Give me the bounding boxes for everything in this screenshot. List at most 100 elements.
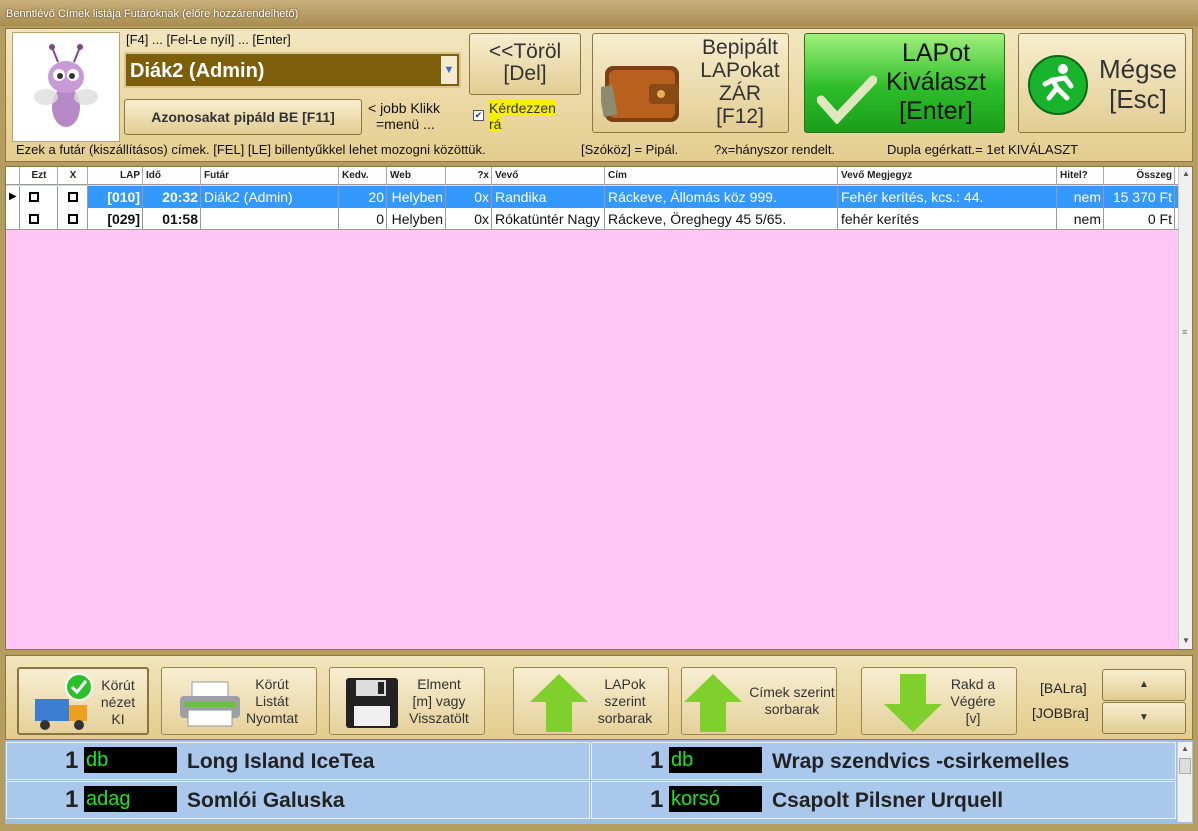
route-view-button[interactable]: Körút nézet KI (17, 667, 149, 735)
scroll-thumb[interactable] (1179, 758, 1191, 774)
cancel-button[interactable]: Mégse [Esc] (1018, 33, 1186, 133)
address-grid[interactable]: Ezt X LAP Idő Futár Kedv. Web ?x Vevő Cí… (5, 166, 1193, 650)
current-row-arrow-icon: ▶ (6, 186, 20, 208)
table-row[interactable]: ▶ [010] 20:32 Diák2 (Admin) 20 Helyben 0… (6, 186, 1180, 208)
col-header-futar[interactable]: Futár (201, 167, 339, 185)
row-kedv: 20 (339, 186, 387, 208)
bug-mascot-icon (34, 44, 98, 127)
row-hitel: nem (1057, 208, 1104, 230)
row-megjegyz: Fehér kerítés, kcs.: 44. (838, 186, 1057, 208)
left-label: [BALra] (1040, 680, 1087, 696)
item-name: Somlói Galuska (187, 789, 345, 812)
move-to-end-button[interactable]: Rakd a Végére [v] (861, 667, 1017, 735)
scroll-up-icon[interactable]: ▲ (1181, 744, 1189, 753)
row-web: Helyben (387, 186, 446, 208)
info-text-space: [Szóköz] = Pipál. (581, 142, 679, 157)
save-line2: [m] vagy (412, 693, 466, 709)
window-title: Benntlévő Címek listája Futároknak (előr… (0, 0, 1198, 26)
order-item[interactable]: 1 db Long Island IceTea (6, 742, 590, 780)
row-check-x[interactable] (58, 208, 88, 230)
ask-label-line2: rá (489, 116, 502, 132)
table-row[interactable]: [029] 01:58 0 Helyben 0x Rókatüntér Nagy… (6, 208, 1180, 230)
row-vevo: Rókatüntér Nagy (492, 208, 605, 230)
chevron-down-icon[interactable]: ▼ (441, 56, 457, 84)
row-kedv: 0 (339, 208, 387, 230)
info-text-doubleclick: Dupla egérkatt.= 1et KIVÁLASZT (887, 142, 1079, 157)
courier-select-value: Diák2 (Admin) (130, 60, 265, 82)
col-header-osszeg[interactable]: Összeg (1104, 167, 1175, 185)
move-left-button[interactable]: ▲ (1102, 669, 1186, 701)
order-item[interactable]: 1 db Wrap szendvics -csirkemelles (591, 742, 1176, 780)
order-item[interactable]: 1 korsó Csapolt Pilsner Urquell (591, 781, 1176, 819)
wallet-icon (601, 66, 679, 122)
item-qty: 1 (65, 786, 79, 813)
items-scrollbar[interactable]: ▲ (1177, 742, 1192, 822)
item-unit: db (84, 747, 177, 773)
save-line1: Elment (417, 676, 461, 692)
scroll-down-icon[interactable]: ▼ (1182, 636, 1190, 645)
arrow-up-icon (530, 674, 588, 732)
close-button-line3: ZÁR (719, 82, 761, 105)
col-header-ezt[interactable]: Ezt (20, 167, 58, 185)
close-button-line2: LAPokat (700, 59, 780, 82)
move-end-line3: [v] (965, 710, 981, 726)
col-header-lap[interactable]: LAP (88, 167, 143, 185)
col-header-count[interactable]: ?x (446, 167, 492, 185)
col-header-web[interactable]: Web (387, 167, 446, 185)
row-check-x[interactable] (58, 186, 88, 208)
ask-checkbox-label: Kérdezzen rá (489, 100, 556, 132)
cancel-button-line2: [Esc] (1109, 84, 1167, 114)
col-header-x[interactable]: X (58, 167, 88, 185)
floppy-disk-icon (346, 678, 398, 728)
route-view-line1: Körút (101, 677, 135, 693)
scroll-up-icon[interactable]: ▲ (1182, 169, 1190, 178)
row-lap: [010] (88, 186, 143, 208)
right-click-hint-line1: < jobb Klikk (368, 100, 440, 116)
scroll-thumb[interactable]: ≡ (1182, 327, 1187, 337)
col-header-kedv[interactable]: Kedv. (339, 167, 387, 185)
item-name: Csapolt Pilsner Urquell (772, 789, 1004, 812)
delete-button[interactable]: <<Töröl [Del] (469, 33, 581, 95)
select-sheet-button[interactable]: LAPot Kiválaszt [Enter] (804, 33, 1005, 133)
right-click-hint: < jobb Klikk =menü ... (368, 100, 440, 132)
select-same-button[interactable]: Azonosakat pipáld BE [F11] (124, 99, 362, 135)
col-header-hitel[interactable]: Hitel? (1057, 167, 1104, 185)
row-check-ezt[interactable] (20, 186, 58, 208)
row-megjegyz: fehér kerítés (838, 208, 1057, 230)
sort-lap-line2: szerint (604, 693, 646, 709)
route-print-button[interactable]: Körút Listát Nyomtat (161, 667, 317, 735)
save-load-button[interactable]: Elment [m] vagy Visszatölt (329, 667, 485, 735)
item-unit: korsó (669, 786, 762, 812)
close-selected-button[interactable]: Bepipált LAPokat ZÁR [F12] (592, 33, 789, 133)
col-header-cim[interactable]: Cím (605, 167, 838, 185)
arrow-up-icon (684, 674, 742, 732)
ask-label-line1: Kérdezzen (489, 100, 556, 116)
courier-select[interactable]: Diák2 (Admin) ▼ (124, 52, 461, 88)
row-count: 0x (446, 208, 492, 230)
delete-button-line2: [Del] (503, 62, 547, 85)
sort-lap-line1: LAPok (604, 676, 646, 692)
row-ido: 20:32 (143, 186, 201, 208)
col-header-vevo[interactable]: Vevő (492, 167, 605, 185)
order-item[interactable]: 1 adag Somlói Galuska (6, 781, 590, 819)
ask-checkbox[interactable]: ✔ (473, 110, 484, 121)
sort-by-lap-button[interactable]: LAPok szerint sorbarak (513, 667, 669, 735)
route-view-line3: KI (111, 711, 125, 727)
row-count: 0x (446, 186, 492, 208)
select-button-line3: [Enter] (899, 97, 973, 125)
sort-by-address-button[interactable]: Címek szerint sorbarak (681, 667, 837, 735)
item-unit: adag (84, 786, 177, 812)
row-indicator-header (6, 167, 20, 185)
triangle-down-icon: ▼ (1139, 712, 1149, 723)
grid-scrollbar[interactable]: ▲ ≡ ▼ (1178, 167, 1192, 649)
item-qty: 1 (650, 747, 664, 774)
save-line3: Visszatölt (409, 710, 469, 726)
move-right-button[interactable]: ▼ (1102, 702, 1186, 734)
col-header-megjegyz[interactable]: Vevő Megjegyz (838, 167, 1057, 185)
col-header-ido[interactable]: Idő (143, 167, 201, 185)
row-check-ezt[interactable] (20, 208, 58, 230)
grid-header: Ezt X LAP Idő Futár Kedv. Web ?x Vevő Cí… (6, 167, 1180, 185)
row-hitel: nem (1057, 186, 1104, 208)
row-cim: Ráckeve, Állomás köz 999. (605, 186, 838, 208)
row-ido: 01:58 (143, 208, 201, 230)
